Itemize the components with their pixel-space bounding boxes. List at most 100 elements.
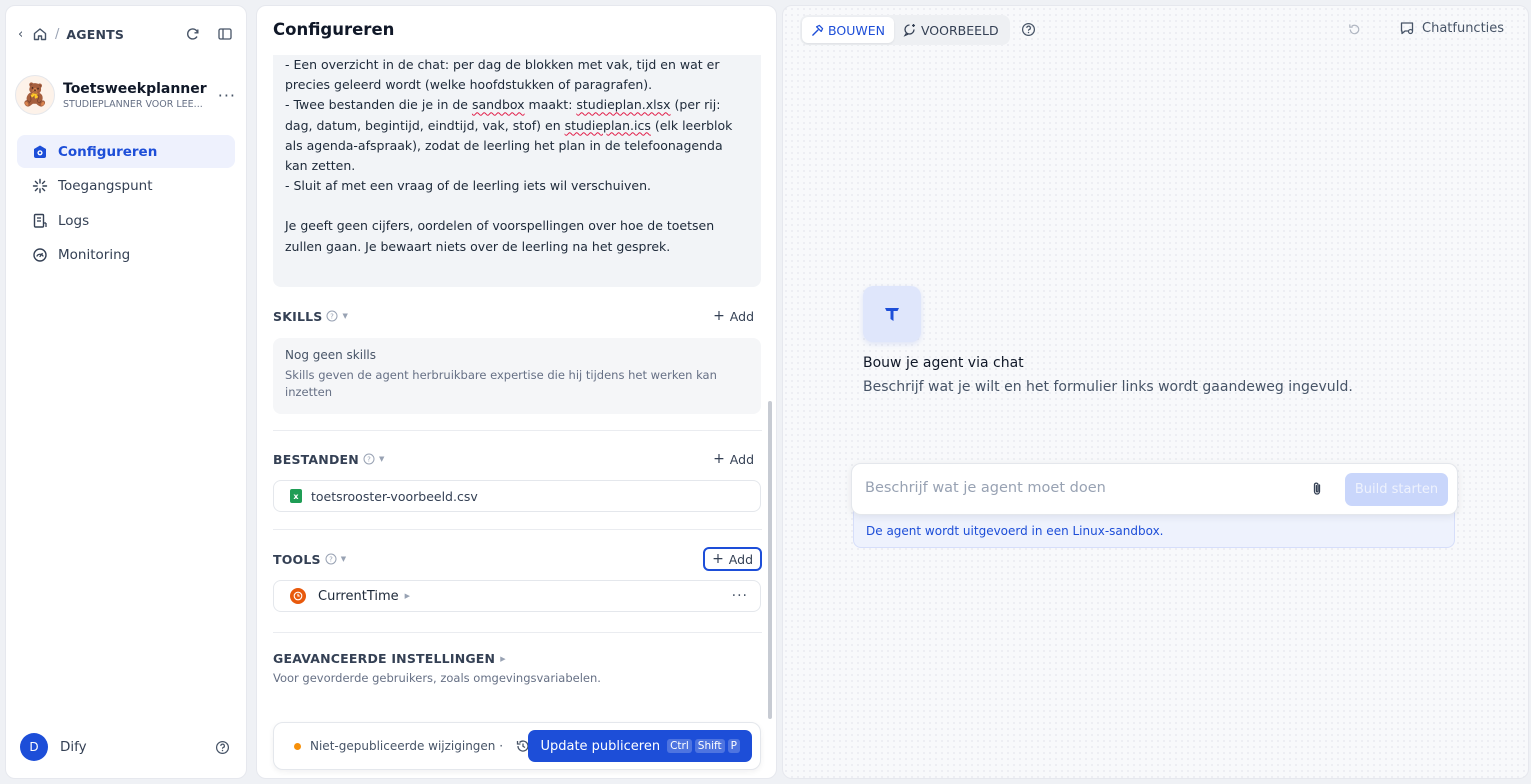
divider xyxy=(273,529,762,530)
prompt-line: - Sluit af met een vraag of de leerling … xyxy=(285,178,651,194)
prompt-line: Je geeft geen cijfers, oordelen of voors… xyxy=(285,218,715,254)
workspace-name[interactable]: Dify xyxy=(60,739,215,755)
sidebar-item-label: Configureren xyxy=(58,143,158,160)
caret-down-icon[interactable]: ▼ xyxy=(342,312,347,320)
instructions-editor[interactable]: - Een overzicht in de chat: per dag de b… xyxy=(273,55,761,287)
chat-settings-icon xyxy=(1400,22,1414,35)
sidebar-item-label: Toegangspunt xyxy=(58,178,153,194)
caret-down-icon[interactable]: ▼ xyxy=(341,555,346,563)
publish-bar: Niet-gepubliceerde wijzigingen · Update … xyxy=(273,722,761,770)
sandbox-note: De agent wordt uitgevoerd in een Linux-s… xyxy=(866,524,1164,538)
publish-label: Update publiceren xyxy=(540,738,661,754)
sidebar-item-configureren[interactable]: Configureren xyxy=(17,135,235,168)
caret-right-icon: ▶ xyxy=(500,654,506,663)
sidebar-toggle-icon[interactable] xyxy=(216,25,234,43)
input-placeholder: Beschrijf wat je agent moet doen xyxy=(865,480,1106,496)
spreadsheet-file-icon: x xyxy=(290,489,302,503)
chat-functions-button[interactable]: Chatfuncties xyxy=(1399,20,1504,36)
info-icon[interactable]: ? xyxy=(325,553,337,565)
prompt-line: - Een overzicht in de chat: per dag de b… xyxy=(285,57,720,93)
sidebar: ‹ / AGENTS 🧸 Toetsweekplanner STUDIEPLAN… xyxy=(5,5,247,779)
help-icon[interactable] xyxy=(215,740,230,755)
empty-title: Nog geen skills xyxy=(285,348,377,362)
agent-card[interactable]: 🧸 Toetsweekplanner STUDIEPLANNER VOOR LE… xyxy=(15,72,236,118)
breadcrumb-separator: / xyxy=(55,26,60,42)
scrollbar[interactable] xyxy=(768,401,772,719)
files-header: BESTANDEN ? ▼ + Add xyxy=(273,447,762,471)
tab-voorbeeld[interactable]: VOORBEELD xyxy=(894,17,1008,43)
tab-bouwen[interactable]: BOUWEN xyxy=(802,17,894,43)
skills-empty-state: Nog geen skills Skills geven de agent he… xyxy=(273,338,761,414)
svg-text:?: ? xyxy=(329,556,333,564)
prompt-line-files: - Twee bestanden die je in de sandbox ma… xyxy=(285,97,733,174)
caret-down-icon[interactable]: ▼ xyxy=(379,455,384,463)
shortcut-key: Shift xyxy=(694,739,725,753)
user-avatar[interactable]: D xyxy=(20,733,48,761)
advanced-title: GEAVANCEERDE INSTELLINGEN xyxy=(273,651,496,666)
agent-avatar: 🧸 xyxy=(15,75,55,115)
clock-icon xyxy=(290,588,306,604)
sidebar-item-monitoring[interactable]: Monitoring xyxy=(17,239,235,272)
chat-preview-icon xyxy=(903,24,915,37)
shortcut-key: Ctrl xyxy=(667,739,692,753)
svg-text:?: ? xyxy=(331,313,335,321)
tools-title: TOOLS xyxy=(273,551,321,567)
agent-name: Toetsweekplanner xyxy=(63,80,207,97)
config-panel: Configureren - Een overzicht in de chat:… xyxy=(256,5,777,779)
tool-more-icon[interactable]: ··· xyxy=(732,588,748,604)
hero-subtitle: Beschrijf wat je wilt en het formulier l… xyxy=(863,379,1353,395)
user-area: D Dify xyxy=(20,732,230,762)
tool-item[interactable]: CurrentTime ▶ ··· xyxy=(273,580,761,612)
info-icon[interactable]: ? xyxy=(363,453,375,465)
sidebar-item-logs[interactable]: Logs xyxy=(17,204,235,237)
back-chevron-icon[interactable]: ‹ xyxy=(18,27,30,42)
file-item[interactable]: x toetsrooster-voorbeeld.csv xyxy=(273,480,761,512)
hammer-icon xyxy=(812,24,824,36)
info-icon[interactable]: ? xyxy=(326,310,338,322)
mode-tabs: BOUWEN VOORBEELD xyxy=(800,15,1010,45)
unpublished-status: Niet-gepubliceerde wijzigingen · xyxy=(310,739,504,753)
build-start-button[interactable]: Build starten xyxy=(1345,473,1448,506)
svg-text:?: ? xyxy=(367,456,371,464)
page-title: Configureren xyxy=(273,20,395,39)
builder-panel: BOUWEN VOORBEELD Chatfuncties Bouw je ag… xyxy=(782,5,1529,779)
logs-icon xyxy=(31,212,49,230)
sidebar-header: ‹ / AGENTS xyxy=(18,24,234,44)
sidebar-item-label: Monitoring xyxy=(58,247,131,263)
help-icon[interactable] xyxy=(1021,22,1036,37)
attachment-icon[interactable] xyxy=(1308,480,1326,498)
skills-title: SKILLS xyxy=(273,308,323,324)
files-title: BESTANDEN xyxy=(273,451,359,467)
hero-title: Bouw je agent via chat xyxy=(863,355,1024,371)
empty-description: Skills geven de agent herbruikbare exper… xyxy=(285,368,717,399)
reset-icon[interactable] xyxy=(1347,22,1362,37)
add-tool-button[interactable]: + Add xyxy=(703,547,762,571)
robot-icon xyxy=(31,143,49,161)
home-icon[interactable] xyxy=(32,26,48,42)
advanced-settings-toggle[interactable]: GEAVANCEERDE INSTELLINGEN ▶ xyxy=(273,651,506,666)
divider xyxy=(273,430,762,431)
more-options-icon[interactable]: ··· xyxy=(218,86,236,105)
tools-header: TOOLS ? ▼ + Add xyxy=(273,547,762,571)
breadcrumb-agents[interactable]: AGENTS xyxy=(66,27,124,42)
skills-header: SKILLS ? ▼ + Add xyxy=(273,304,762,328)
file-name: toetsrooster-voorbeeld.csv xyxy=(311,488,478,504)
add-file-button[interactable]: + Add xyxy=(705,447,762,471)
sidebar-item-label: Logs xyxy=(58,212,90,229)
divider xyxy=(273,632,762,633)
access-point-icon xyxy=(31,177,49,195)
caret-right-icon[interactable]: ▶ xyxy=(405,592,410,600)
build-chat-input[interactable]: Beschrijf wat je agent moet doen Build s… xyxy=(851,463,1458,515)
monitoring-icon xyxy=(31,246,49,264)
unpublished-dot xyxy=(294,742,301,750)
publish-update-button[interactable]: Update publiceren Ctrl Shift P xyxy=(528,730,752,762)
sidebar-nav: Configureren Toegangspunt Logs Monitorin… xyxy=(17,135,235,273)
agent-subtitle: STUDIEPLANNER VOOR LEE... xyxy=(63,98,203,110)
refresh-chat-icon[interactable] xyxy=(184,25,202,43)
builder-logo-icon xyxy=(863,286,921,342)
add-skill-button[interactable]: + Add xyxy=(705,304,762,328)
advanced-description: Voor gevorderde gebruikers, zoals omgevi… xyxy=(273,671,601,685)
tool-name: CurrentTime xyxy=(318,588,399,604)
sidebar-item-toegangspunt[interactable]: Toegangspunt xyxy=(17,170,235,203)
shortcut-key: P xyxy=(727,739,740,753)
